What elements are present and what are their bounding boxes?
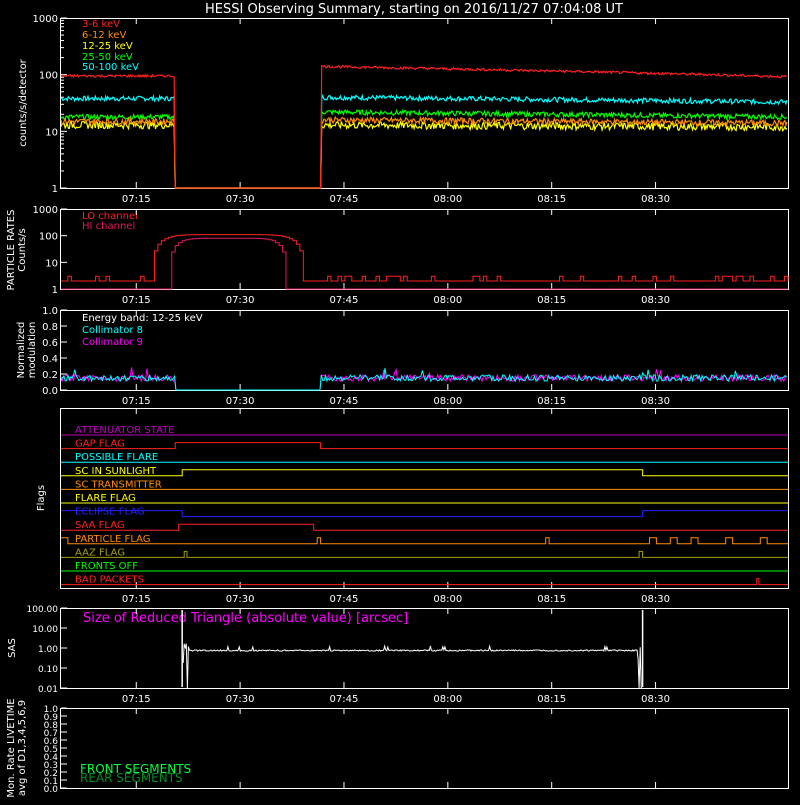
legend-50-100-kev: 50-100 keV [82, 62, 139, 73]
counts-xtick-label: 07:30 [226, 194, 255, 205]
modulation-ytick-label: 0.2 [42, 370, 58, 381]
flag-label-sc-transmitter: SC TRANSMITTER [75, 479, 162, 490]
legend-energy-band: Energy band: 12-25 keV [82, 313, 203, 324]
modulation-ytick-label: 0.4 [42, 354, 58, 365]
particle-ylabel-line1: PARTICLE RATES [6, 210, 17, 291]
modulation-ytick-label: 0.8 [42, 322, 58, 333]
modulation-xtick-label: 08:30 [641, 396, 670, 407]
particle-xtick-label: 08:00 [433, 295, 462, 306]
sas-xtick-label: 07:30 [226, 694, 255, 705]
modulation-ytick-label: 0.0 [42, 386, 58, 397]
legend-collimator-9: Collimator 9 [82, 337, 143, 348]
particle-ytick-label: 1000 [33, 205, 58, 216]
flag-label-gap-flag: GAP FLAG [75, 439, 125, 450]
flag-label-particle-flag: PARTICLE FLAG [75, 534, 151, 545]
counts-xtick-label: 07:45 [330, 194, 359, 205]
flags-xtick-label: 08:00 [433, 594, 462, 605]
legend-collimator-8: Collimator 8 [82, 325, 143, 336]
flag-label-bad-packets: BAD PACKETS [75, 575, 144, 586]
counts-xtick-label: 08:00 [433, 194, 462, 205]
flag-label-eclipse-flag: ECLIPSE FLAG [75, 507, 145, 518]
counts-xtick-label: 08:15 [537, 194, 566, 205]
sas-ytick-label: 0.01 [38, 685, 58, 695]
flag-label-flare-flag: FLARE FLAG [75, 493, 136, 504]
legend-hi-channel: HI channel [82, 221, 135, 232]
livetime-ytick-label: 1.0 [44, 705, 59, 715]
livetime-ylabel-line1: Mon. Rate LIVETIME [6, 698, 17, 797]
counts-ytick-label: 1000 [33, 14, 58, 25]
flag-label-attenuator-state: ATTENUATOR STATE [75, 425, 175, 436]
modulation-xtick-label: 08:00 [433, 396, 462, 407]
sas-ytick-label: 1.00 [38, 645, 58, 655]
particle-xtick-label: 08:15 [537, 295, 566, 306]
modulation-xtick-label: 07:15 [122, 396, 151, 407]
modulation-xtick-label: 07:45 [330, 396, 359, 407]
particle-ylabel-line2: Counts/s [17, 228, 28, 272]
counts-ytick-label: 100 [39, 71, 58, 82]
modulation-ylabel-line1: Normalized [16, 322, 27, 379]
livetime-legend: FRONT SEGMENTS REAR SEGMENTS [80, 762, 191, 785]
sas-xtick-label: 07:45 [330, 694, 359, 705]
sas-xtick-label: 08:30 [641, 694, 670, 705]
legend-rear-segments: REAR SEGMENTS [80, 771, 183, 785]
sas-ytick-label: 100.00 [27, 605, 59, 615]
particle-ytick-label: 1 [52, 285, 58, 296]
livetime-ylabel-line2: avg of D1,3,4,5,6,9 [17, 700, 28, 796]
counts-xtick-label: 07:15 [122, 194, 151, 205]
flags-xtick-label: 08:15 [537, 594, 566, 605]
modulation-ylabel-line2: modulation [27, 322, 38, 379]
chart-title: HESSI Observing Summary, starting on 201… [205, 2, 623, 17]
counts-ytick-label: 10 [45, 127, 58, 138]
sas-xtick-label: 08:00 [433, 694, 462, 705]
particle-xtick-label: 07:30 [226, 295, 255, 306]
modulation-ytick-label: 1.0 [42, 306, 58, 317]
hessi-summary-chart: HESSI Observing Summary, starting on 201… [0, 0, 800, 800]
counts-ylabel: counts/s/detector [18, 58, 29, 146]
legend-12-25-kev: 12-25 keV [82, 41, 133, 52]
sas-xtick-label: 07:15 [122, 694, 151, 705]
flag-label-saa-flag: SAA FLAG [75, 520, 125, 531]
particle-ytick-label: 100 [39, 232, 58, 243]
flags-ylabel: Flags [36, 485, 47, 511]
particle-legend: LO channel HI channel [82, 211, 138, 232]
sas-ytick-label: 10.00 [32, 625, 58, 635]
flag-label-aaz-flag: AAZ FLAG [75, 547, 125, 558]
flags-xtick-label: 07:30 [226, 594, 255, 605]
sas-ylabel: SAS [7, 638, 18, 658]
sas-ytick-label: 0.10 [38, 665, 58, 675]
counts-ytick-label: 1 [52, 184, 58, 195]
flag-label-possible-flare: POSSIBLE FLARE [75, 452, 158, 463]
sas-xtick-label: 08:15 [537, 694, 566, 705]
flags-xtick-label: 08:30 [641, 594, 670, 605]
modulation-ytick-label: 0.6 [42, 338, 58, 349]
legend-6-12-kev: 6-12 keV [82, 30, 126, 41]
particle-xtick-label: 07:45 [330, 295, 359, 306]
particle-xtick-label: 08:30 [641, 295, 670, 306]
flag-label-sc-in-sunlight: SC IN SUNLIGHT [75, 466, 157, 477]
particle-xtick-label: 07:15 [122, 295, 151, 306]
modulation-xtick-label: 07:30 [226, 396, 255, 407]
flags-xtick-label: 07:15 [122, 594, 151, 605]
legend-3-6-kev: 3-6 keV [82, 19, 120, 30]
flags-xtick-label: 07:45 [330, 594, 359, 605]
modulation-xtick-label: 08:15 [537, 396, 566, 407]
particle-ytick-label: 10 [45, 258, 58, 269]
flag-label-fronts-off: FRONTS OFF [75, 561, 138, 572]
sas-annotation: Size of Reduced Triangle (absolute value… [83, 611, 408, 626]
counts-xtick-label: 08:30 [641, 194, 670, 205]
